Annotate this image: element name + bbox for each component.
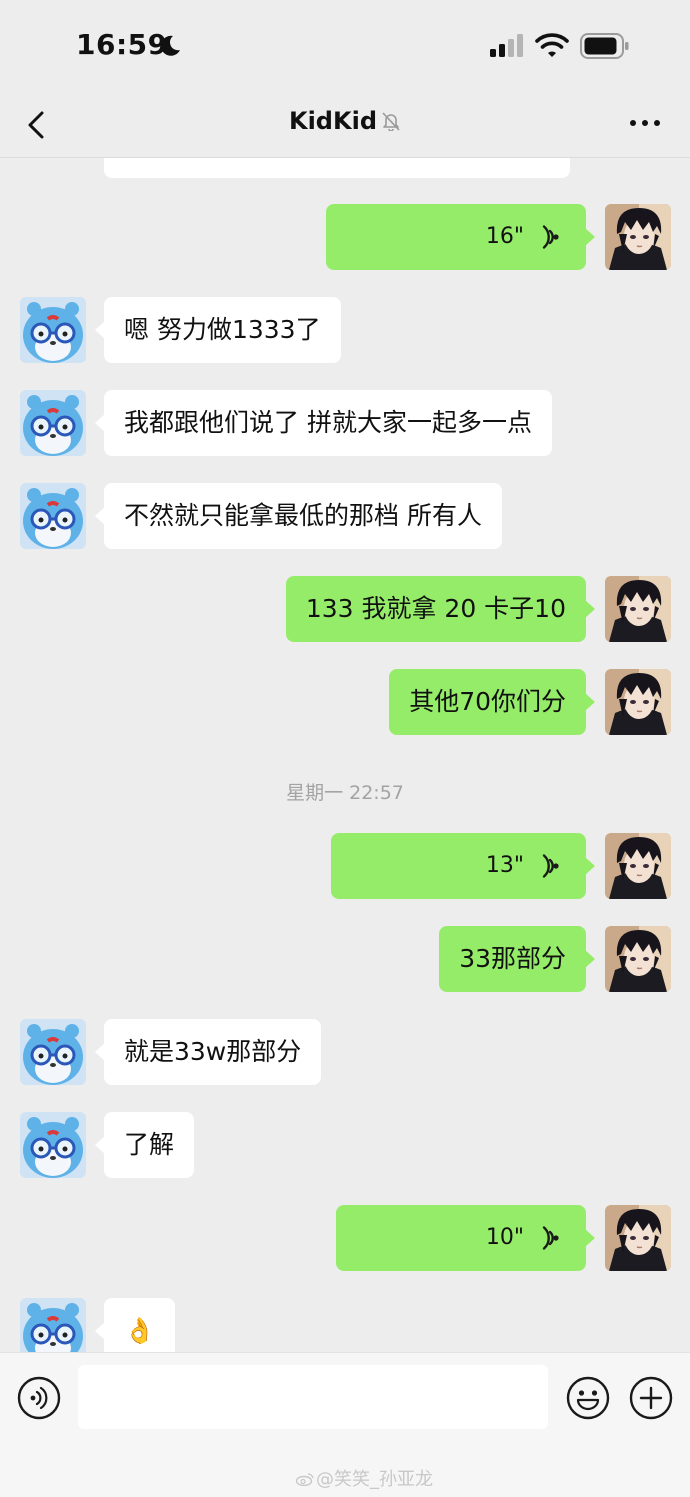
voice-message-bubble[interactable]: 10" [336, 1205, 595, 1271]
voice-duration: 13" [485, 853, 524, 878]
contact-avatar[interactable] [20, 1112, 86, 1178]
battery-icon [580, 33, 629, 59]
timestamp: 星期一 22:57 [286, 782, 404, 804]
signal-icon [490, 34, 523, 57]
message-bubble[interactable]: 👌 [94, 1298, 176, 1352]
voice-duration: 16" [485, 224, 524, 249]
message-list[interactable]: 16" 嗯 努力做1333了 我都跟他们说了 拼就大家一起多一点 不然就只能拿最… [0, 158, 690, 1352]
message-text: 了解 [124, 1130, 175, 1159]
voice-message-bubble[interactable]: 16" [326, 204, 595, 270]
weibo-icon [296, 1473, 314, 1486]
more-horizontal-icon[interactable] [620, 103, 670, 143]
voice-wave-icon [536, 1225, 562, 1251]
chat-title: KidKid [288, 107, 377, 135]
contact-avatar[interactable] [20, 390, 86, 456]
nav-bar: KidKid [0, 95, 690, 158]
message-text: 嗯 努力做1333了 [124, 315, 321, 344]
message-bubble[interactable]: 了解 [94, 1112, 195, 1178]
voice-wave-icon [536, 224, 562, 250]
message-bubble[interactable]: 就是33w那部分 [94, 1019, 322, 1085]
moon-icon [160, 35, 180, 56]
message-bubble[interactable]: 33那部分 [439, 926, 595, 992]
self-avatar[interactable] [605, 204, 671, 270]
message-bubble[interactable]: 嗯 努力做1333了 [95, 297, 341, 363]
message-text: 我都跟他们说了 拼就大家一起多一点 [124, 408, 532, 437]
message-bubble[interactable]: 其他70你们分 [389, 669, 595, 735]
message-text: 133 我就拿 20 卡子10 [305, 594, 566, 623]
status-bar: 16:59 [0, 0, 690, 95]
voice-mode-icon[interactable] [16, 1375, 62, 1421]
self-avatar[interactable] [605, 1205, 671, 1271]
plus-icon[interactable] [628, 1375, 674, 1421]
self-avatar[interactable] [605, 576, 671, 642]
self-avatar[interactable] [605, 833, 671, 899]
message-bubble[interactable]: 不然就只能拿最低的那档 所有人 [95, 483, 502, 549]
self-avatar[interactable] [605, 926, 671, 992]
bell-off-icon [382, 112, 400, 131]
contact-avatar[interactable] [20, 483, 86, 549]
watermark-text: @笑笑_孙亚龙 [316, 1469, 433, 1490]
message-text: 33那部分 [459, 944, 566, 973]
message-text: 👌 [124, 1316, 156, 1345]
message-bubble[interactable]: 133 我就拿 20 卡子10 [285, 576, 596, 642]
watermark: @笑笑_孙亚龙 [296, 1465, 433, 1491]
message-input[interactable] [78, 1365, 548, 1429]
message-text: 其他70你们分 [409, 687, 566, 716]
message-bubble-partial [104, 158, 570, 178]
contact-avatar[interactable] [20, 1019, 86, 1085]
voice-duration: 10" [485, 1225, 524, 1250]
message-bubble[interactable]: 我都跟他们说了 拼就大家一起多一点 [95, 390, 552, 456]
message-text: 不然就只能拿最低的那档 所有人 [124, 501, 482, 530]
status-time: 16:59 [76, 28, 168, 61]
message-text: 就是33w那部分 [124, 1037, 302, 1066]
self-avatar[interactable] [605, 669, 671, 735]
input-bar: @笑笑_孙亚龙 [0, 1352, 690, 1497]
voice-message-bubble[interactable]: 13" [331, 833, 595, 899]
contact-avatar[interactable] [20, 1298, 86, 1352]
wifi-icon [535, 33, 569, 57]
emoji-icon[interactable] [565, 1375, 611, 1421]
contact-avatar[interactable] [20, 297, 86, 363]
chat-title-container: KidKid [0, 107, 690, 135]
voice-wave-icon [536, 853, 562, 879]
